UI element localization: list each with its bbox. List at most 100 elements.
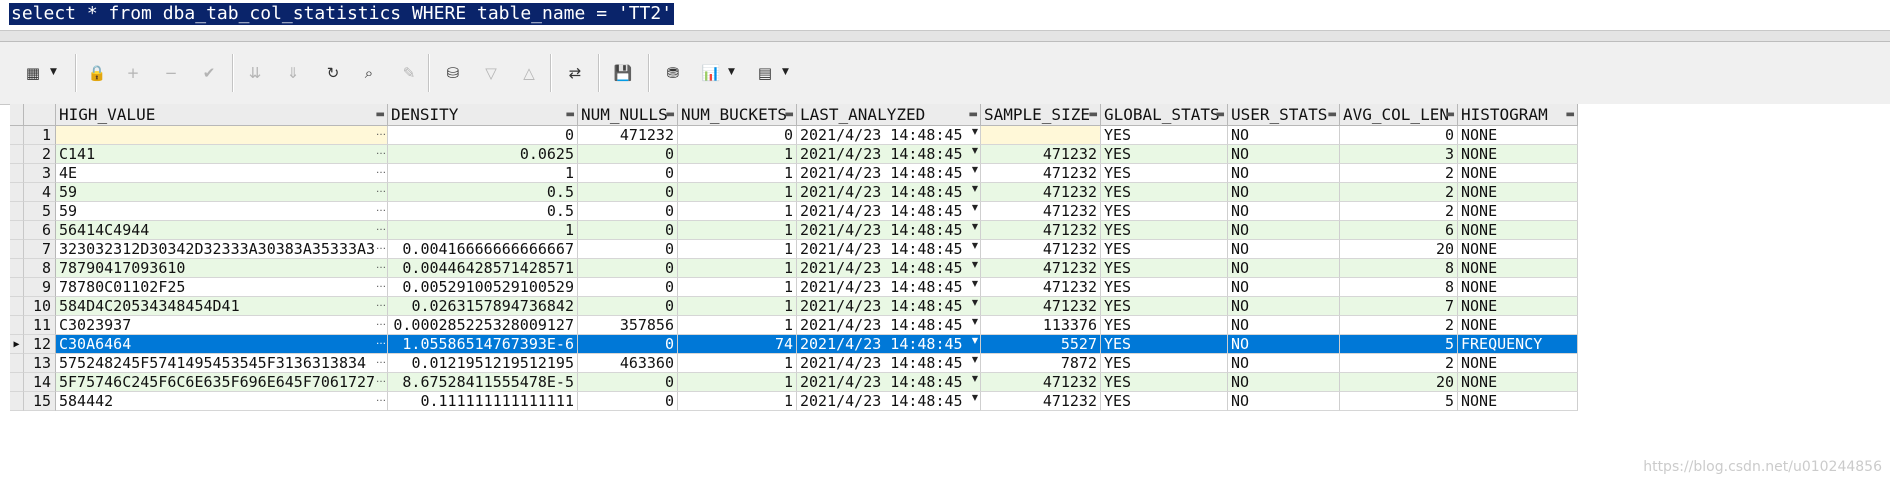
cell-histogram[interactable]: NONE: [1458, 145, 1578, 164]
row-indicator[interactable]: [10, 373, 24, 392]
cell-sample-size[interactable]: 7872: [981, 354, 1101, 373]
cell-high-value[interactable]: …: [56, 126, 388, 145]
cell-global-stats[interactable]: YES: [1101, 164, 1228, 183]
cell-global-stats[interactable]: YES: [1101, 183, 1228, 202]
cell-density[interactable]: 8.67528411555478E-5: [388, 373, 578, 392]
column-header-avg-col-len[interactable]: AVG_COL_LEN ▬: [1340, 104, 1458, 126]
column-menu-icon[interactable]: ▬: [969, 104, 978, 125]
row-indicator[interactable]: [10, 183, 24, 202]
cell-global-stats[interactable]: YES: [1101, 316, 1228, 335]
cell-last-analyzed[interactable]: 2021/4/23 14:48:45 ▼: [797, 183, 981, 202]
cell-high-value[interactable]: 584D4C20534348454D41…: [56, 297, 388, 316]
cell-sample-size[interactable]: 471232: [981, 297, 1101, 316]
cell-user-stats[interactable]: NO: [1228, 297, 1340, 316]
cell-num-buckets[interactable]: 1: [678, 164, 797, 183]
cell-avg-col-len[interactable]: 2: [1340, 354, 1458, 373]
cell-avg-col-len[interactable]: 2: [1340, 164, 1458, 183]
cell-num-nulls[interactable]: 0: [578, 221, 678, 240]
cell-sample-size[interactable]: 471232: [981, 145, 1101, 164]
table-row[interactable]: 9 78780C01102F25… 0.00529100529100529 0 1 202…: [10, 278, 1890, 297]
cell-user-stats[interactable]: NO: [1228, 164, 1340, 183]
cell-global-stats[interactable]: YES: [1101, 354, 1228, 373]
table-row[interactable]: 8 78790417093610… 0.00446428571428571 0 1 202…: [10, 259, 1890, 278]
cell-histogram[interactable]: NONE: [1458, 240, 1578, 259]
cell-sample-size[interactable]: 471232: [981, 183, 1101, 202]
cell-avg-col-len[interactable]: 2: [1340, 316, 1458, 335]
row-indicator[interactable]: [10, 316, 24, 335]
cell-global-stats[interactable]: YES: [1101, 202, 1228, 221]
table-row[interactable]: 7 323032312D30342D32333A30383A35333A3… 0.0…: [10, 240, 1890, 259]
clear-icon[interactable]: ✎: [396, 60, 422, 86]
cell-user-stats[interactable]: NO: [1228, 335, 1340, 354]
cell-last-analyzed[interactable]: 2021/4/23 14:48:45 ▼: [797, 126, 981, 145]
cell-histogram[interactable]: NONE: [1458, 221, 1578, 240]
cell-num-nulls[interactable]: 471232: [578, 126, 678, 145]
cell-num-nulls[interactable]: 0: [578, 335, 678, 354]
date-dropdown-icon[interactable]: ▼: [972, 297, 978, 309]
cell-num-nulls[interactable]: 0: [578, 373, 678, 392]
cell-global-stats[interactable]: YES: [1101, 297, 1228, 316]
cell-avg-col-len[interactable]: 20: [1340, 240, 1458, 259]
cell-num-nulls[interactable]: 0: [578, 392, 678, 411]
cell-last-analyzed[interactable]: 2021/4/23 14:48:45 ▼: [797, 164, 981, 183]
cell-density[interactable]: 0.00416666666666667: [388, 240, 578, 259]
cell-high-value[interactable]: C3023937…: [56, 316, 388, 335]
fetch-next-icon[interactable]: ⇊: [242, 60, 268, 86]
cell-density[interactable]: 0.5: [388, 202, 578, 221]
cell-global-stats[interactable]: YES: [1101, 373, 1228, 392]
cell-last-analyzed[interactable]: 2021/4/23 14:48:45 ▼: [797, 278, 981, 297]
cell-global-stats[interactable]: YES: [1101, 278, 1228, 297]
column-header-last-analyzed[interactable]: LAST_ANALYZED ▬: [797, 104, 981, 126]
lock-icon[interactable]: 🔒: [84, 60, 110, 86]
date-dropdown-icon[interactable]: ▼: [972, 335, 978, 347]
cell-sample-size[interactable]: 471232: [981, 373, 1101, 392]
cell-editor-ellipsis-icon[interactable]: …: [376, 126, 386, 140]
cell-num-buckets[interactable]: 1: [678, 316, 797, 335]
cell-global-stats[interactable]: YES: [1101, 392, 1228, 411]
table-row[interactable]: 3 4E … 1 0 1 2021/4/23 14:48:45 ▼ 471232 YES NO 2 NO…: [10, 164, 1890, 183]
cell-high-value[interactable]: 78790417093610…: [56, 259, 388, 278]
cell-num-buckets[interactable]: 1: [678, 183, 797, 202]
editor-splitter[interactable]: [0, 31, 1890, 42]
row-indicator[interactable]: [10, 240, 24, 259]
column-menu-icon[interactable]: ▬: [1328, 104, 1337, 125]
cell-editor-ellipsis-icon[interactable]: …: [376, 392, 386, 406]
row-indicator[interactable]: [10, 354, 24, 373]
cell-avg-col-len[interactable]: 5: [1340, 392, 1458, 411]
date-dropdown-icon[interactable]: ▼: [972, 373, 978, 385]
cell-editor-ellipsis-icon[interactable]: …: [376, 240, 386, 254]
cell-histogram[interactable]: NONE: [1458, 373, 1578, 392]
cell-histogram[interactable]: NONE: [1458, 297, 1578, 316]
cell-num-buckets[interactable]: 1: [678, 392, 797, 411]
cell-last-analyzed[interactable]: 2021/4/23 14:48:45 ▼: [797, 145, 981, 164]
cell-last-analyzed[interactable]: 2021/4/23 14:48:45 ▼: [797, 297, 981, 316]
cell-user-stats[interactable]: NO: [1228, 392, 1340, 411]
cell-sample-size[interactable]: 113376: [981, 316, 1101, 335]
cell-avg-col-len[interactable]: 2: [1340, 202, 1458, 221]
cell-editor-ellipsis-icon[interactable]: …: [376, 183, 386, 197]
cell-density[interactable]: 0.0263157894736842: [388, 297, 578, 316]
row-indicator[interactable]: [10, 278, 24, 297]
cell-user-stats[interactable]: NO: [1228, 202, 1340, 221]
cell-editor-ellipsis-icon[interactable]: …: [376, 202, 386, 216]
row-indicator[interactable]: [10, 259, 24, 278]
report-icon[interactable]: ▤: [752, 60, 778, 86]
date-dropdown-icon[interactable]: ▼: [972, 145, 978, 157]
row-indicator[interactable]: [10, 297, 24, 316]
cell-user-stats[interactable]: NO: [1228, 221, 1340, 240]
cell-num-nulls[interactable]: 0: [578, 202, 678, 221]
cell-sample-size[interactable]: [981, 126, 1101, 145]
cell-avg-col-len[interactable]: 3: [1340, 145, 1458, 164]
cell-high-value[interactable]: 78780C01102F25…: [56, 278, 388, 297]
cell-high-value[interactable]: 584442…: [56, 392, 388, 411]
cell-num-buckets[interactable]: 1: [678, 202, 797, 221]
date-dropdown-icon[interactable]: ▼: [972, 164, 978, 176]
grid-view-icon[interactable]: ▦: [20, 60, 46, 86]
cell-density[interactable]: 0.5: [388, 183, 578, 202]
cell-last-analyzed[interactable]: 2021/4/23 14:48:45 ▼: [797, 221, 981, 240]
cell-editor-ellipsis-icon[interactable]: …: [376, 354, 386, 368]
cell-last-analyzed[interactable]: 2021/4/23 14:48:45 ▼: [797, 316, 981, 335]
cell-last-analyzed[interactable]: 2021/4/23 14:48:45 ▼: [797, 354, 981, 373]
table-row[interactable]: ▶ 12 C30A6464… 1.05586514767393E-6 0 74 2021/4…: [10, 335, 1890, 354]
cell-num-buckets[interactable]: 74: [678, 335, 797, 354]
